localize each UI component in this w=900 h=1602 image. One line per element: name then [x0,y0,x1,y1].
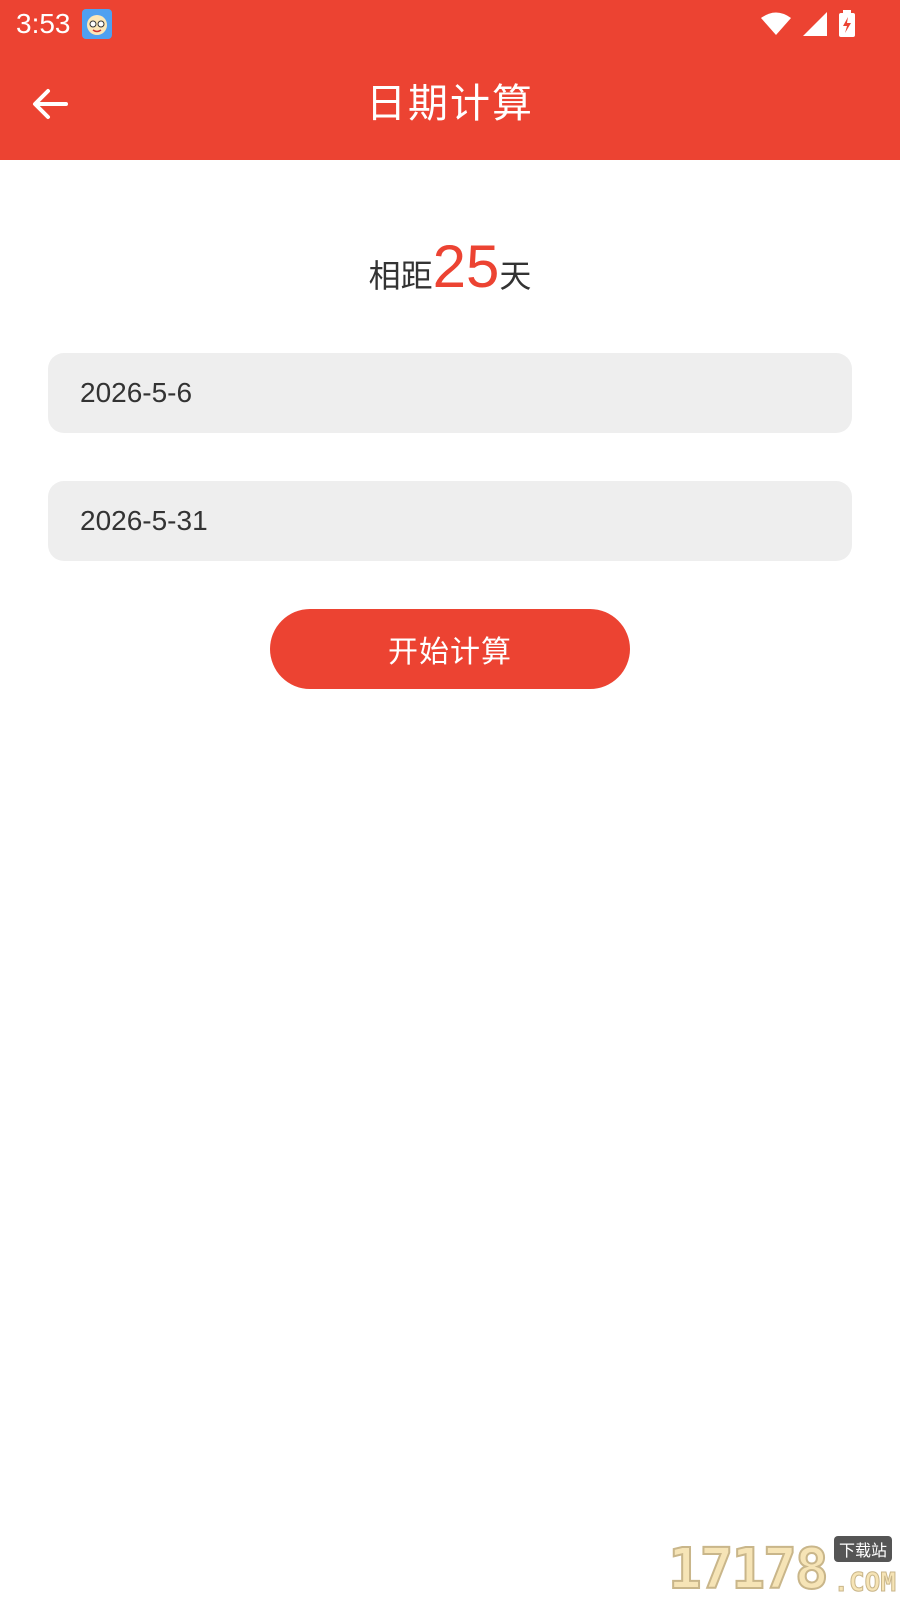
watermark-digits: 17178 [667,1537,830,1602]
battery-charging-icon [838,10,856,38]
watermark-badge: 下载站 [833,1536,892,1562]
status-icons [760,10,856,38]
result-line: 相距25天 [0,232,900,301]
status-bar: 3:53 [0,0,900,48]
end-date-field[interactable]: 2026-5-31 [48,481,852,561]
result-prefix: 相距 [368,257,433,295]
signal-icon [802,11,828,37]
wifi-icon [760,11,792,37]
watermark-logo: 17178 下载站 .COM [667,1536,897,1602]
result-suffix: 天 [499,257,532,295]
result-days-number: 25 [432,233,500,300]
app-face-icon [82,9,112,39]
calculate-button[interactable]: 开始计算 [270,609,630,689]
app-bar: 日期计算 [0,48,900,160]
start-date-field[interactable]: 2026-5-6 [48,353,852,433]
page-title: 日期计算 [366,81,534,127]
status-time: 3:53 [16,8,71,39]
watermark-suffix: .COM [833,1568,897,1599]
